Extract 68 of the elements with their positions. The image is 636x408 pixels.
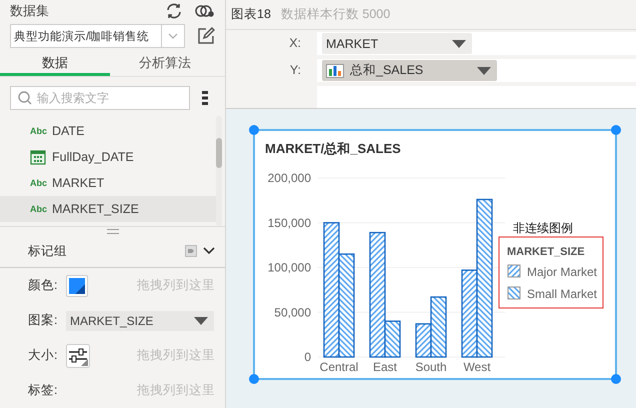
mark-label: 标签: xyxy=(28,382,58,399)
caret-icon xyxy=(452,40,466,48)
x-category-label: West xyxy=(463,360,491,374)
dataset-heading: 数据集 xyxy=(10,2,50,20)
y-tick-label: 0 xyxy=(304,350,311,364)
field-item[interactable]: Abc MARKET xyxy=(0,170,216,196)
calendar-icon xyxy=(30,149,46,165)
section-title: 标记组 xyxy=(28,242,68,260)
caret-icon xyxy=(477,66,491,74)
caret-icon xyxy=(194,316,208,324)
axis-field-pill[interactable]: MARKET xyxy=(322,33,472,54)
legend-item[interactable]: Major Market xyxy=(527,265,598,279)
color-swatch[interactable] xyxy=(66,274,88,296)
search-icon xyxy=(18,91,32,105)
size-slider-icon[interactable] xyxy=(66,344,90,368)
dataset-dropdown[interactable]: 典型功能演示/咖啡销售统 xyxy=(10,24,186,48)
scrollbar[interactable] xyxy=(216,116,222,226)
sample-row-count: 数据样本行数 5000 xyxy=(280,6,390,23)
legend-item[interactable]: Small Market xyxy=(527,287,598,301)
x-category-label: South xyxy=(415,360,447,374)
field-name: FullDay_DATE xyxy=(52,150,134,164)
axis-label: Y: xyxy=(288,62,302,79)
y-tick-label: 200,000 xyxy=(268,171,311,185)
chart-name: 图表18 xyxy=(231,6,271,23)
chart-title: MARKET/总和_SALES xyxy=(265,141,401,156)
field-name: MARKET xyxy=(52,176,104,190)
field-name: DATE xyxy=(52,124,84,138)
y-tick-label: 150,000 xyxy=(268,216,311,230)
legend-swatch xyxy=(508,286,520,300)
edit-icon[interactable] xyxy=(197,27,215,45)
legend-caption: 非连续图例 xyxy=(513,221,573,235)
type-label: Abc xyxy=(30,204,48,214)
mark-label: 图案: xyxy=(28,312,58,329)
field-name: MARKET_SIZE xyxy=(52,202,139,216)
x-category-label: East xyxy=(373,360,397,374)
search-field[interactable]: 输入搜索文字 xyxy=(10,86,190,110)
resize-handle[interactable] xyxy=(611,374,621,384)
panel-tab[interactable]: 数据 xyxy=(0,52,110,76)
menu-icon[interactable] xyxy=(202,91,208,105)
panel-tab[interactable]: 分析算法 xyxy=(110,52,220,76)
chevron-down-icon[interactable] xyxy=(203,247,215,255)
field-item[interactable]: Abc MARKET_SIZE xyxy=(0,196,216,222)
drop-target-hint: 拖拽列到这里 xyxy=(137,347,215,364)
splitter-grip-icon[interactable] xyxy=(106,228,118,234)
linked-circles-icon[interactable] xyxy=(195,4,215,18)
pattern-dropdown[interactable]: MARKET_SIZE xyxy=(66,310,214,330)
field-item[interactable]: FullDay_DATE xyxy=(0,144,216,170)
type-label: Abc xyxy=(30,126,48,136)
resize-handle[interactable] xyxy=(611,125,621,135)
tag-icon[interactable] xyxy=(185,245,197,257)
resize-handle[interactable] xyxy=(249,125,259,135)
chevron-down-icon xyxy=(168,33,178,39)
bar-chart-icon xyxy=(326,64,344,78)
resize-handle[interactable] xyxy=(249,374,259,384)
axis-label: X: xyxy=(288,35,302,52)
refresh-icon[interactable] xyxy=(165,2,183,20)
drop-target-hint: 拖拽列到这里 xyxy=(137,277,215,294)
y-tick-label: 50,000 xyxy=(274,305,311,320)
field-item[interactable]: Abc DATE xyxy=(0,118,216,144)
type-label: Abc xyxy=(30,178,48,188)
mark-label: 颜色: xyxy=(28,277,58,294)
legend-title: MARKET_SIZE xyxy=(507,246,585,258)
legend-swatch xyxy=(508,264,520,278)
axis-field-pill[interactable]: 总和_SALES xyxy=(322,60,497,81)
y-tick-label: 100,000 xyxy=(268,260,311,274)
drop-target-hint: 拖拽列到这里 xyxy=(137,382,215,399)
mark-label: 大小: xyxy=(28,347,58,364)
x-category-label: Central xyxy=(320,360,358,374)
